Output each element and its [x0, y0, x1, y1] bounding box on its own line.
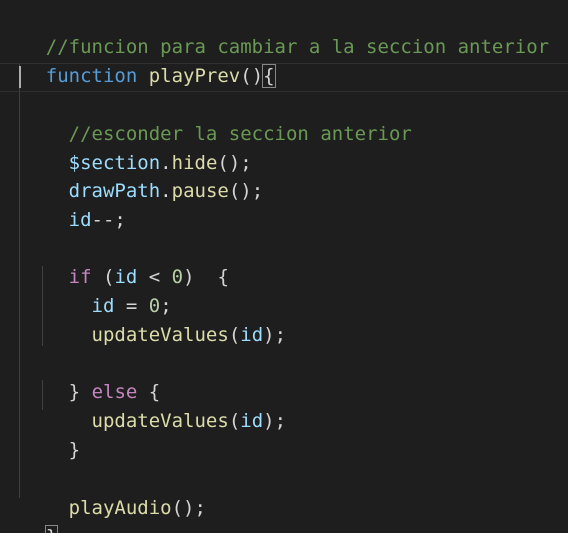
code-editor[interactable]: //funcion para cambiar a la seccion ante…	[0, 0, 568, 533]
code-line-9: if (id < 0) {	[0, 234, 568, 288]
code-line-10: id = 0;	[0, 263, 568, 317]
text-cursor	[19, 66, 21, 88]
punctuation-token: ;	[57, 526, 68, 533]
code-line-15: }	[0, 407, 568, 461]
code-line-17: playAudio();	[0, 465, 568, 519]
code-line-4: //esconder la seccion anterior	[0, 91, 568, 145]
code-line-13: } else {	[0, 349, 568, 403]
code-line-18: };	[0, 494, 568, 533]
code-line-7: id--;	[0, 177, 568, 231]
code-line-3-current[interactable]	[0, 63, 568, 92]
code-line-5: $section.hide();	[0, 120, 568, 174]
code-line-11: updateValues(id);	[0, 292, 568, 346]
code-line-1: //funcion para cambiar a la seccion ante…	[0, 4, 568, 58]
code-line-6: drawPath.pause();	[0, 148, 568, 202]
code-line-2: function playPrev(){	[0, 33, 568, 88]
code-line-14: updateValues(id);	[0, 378, 568, 432]
bracket-match-close: }	[44, 524, 59, 533]
